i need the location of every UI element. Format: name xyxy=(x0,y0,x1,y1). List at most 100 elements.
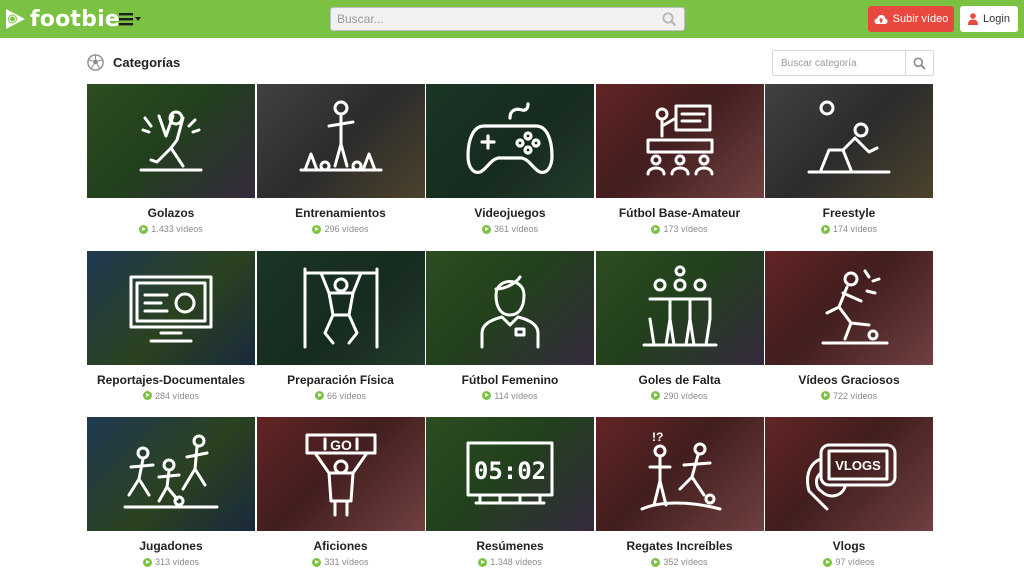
category-card[interactable]: Fútbol Femenino 114 vídeos xyxy=(426,250,594,411)
category-title[interactable]: Fútbol Femenino xyxy=(426,373,594,387)
female-player-icon xyxy=(480,275,540,348)
defensive-wall-icon xyxy=(642,265,717,346)
category-card[interactable]: Preparación Física 66 vídeos xyxy=(256,250,425,411)
category-thumbnail[interactable]: !? xyxy=(595,417,764,531)
play-circle-icon xyxy=(482,391,492,400)
category-title[interactable]: Aficiones xyxy=(257,539,425,553)
upload-video-button[interactable]: Subir vídeo xyxy=(868,6,954,32)
category-card[interactable]: Videojuegos 361 vídeos xyxy=(426,84,594,244)
play-circle-icon xyxy=(142,557,152,567)
category-title[interactable]: Goles de Falta xyxy=(596,373,764,387)
play-circle-icon xyxy=(312,557,322,567)
category-card[interactable]: Reportajes-Documentales 284 vídeos xyxy=(87,250,255,411)
logo-text: footbie xyxy=(30,6,120,32)
category-card[interactable]: Golazos 1.433 vídeos xyxy=(87,84,255,244)
menu-toggle-button[interactable] xyxy=(119,11,145,27)
category-thumbnail[interactable]: 05:02 xyxy=(426,417,594,531)
category-title[interactable]: Preparación Física xyxy=(257,373,425,387)
logo-play-icon xyxy=(6,9,25,29)
phone-vlog-icon: VLOGS xyxy=(806,443,897,511)
celebrating-player-icon xyxy=(139,110,203,172)
category-thumbnail[interactable]: VLOGS xyxy=(765,417,933,531)
svg-text:GO: GO xyxy=(330,437,352,453)
footbie-logo[interactable]: footbie xyxy=(3,6,120,32)
video-count: 331 vídeos xyxy=(257,557,425,567)
category-thumbnail[interactable] xyxy=(87,84,255,198)
category-title[interactable]: Vídeos Graciosos xyxy=(765,373,933,387)
category-thumbnail[interactable] xyxy=(765,250,933,365)
category-card[interactable]: Vídeos Graciosos 722 vídeos xyxy=(765,250,933,411)
category-title[interactable]: Videojuegos xyxy=(426,206,594,220)
category-title[interactable]: Fútbol Base-Amateur xyxy=(596,206,764,220)
upload-video-label: Subir vídeo xyxy=(892,13,949,25)
category-title[interactable]: Jugadones xyxy=(87,539,255,553)
category-search-button[interactable] xyxy=(905,51,933,75)
dribble-trick-icon: !? xyxy=(640,430,721,511)
category-title[interactable]: Vlogs xyxy=(765,539,933,553)
video-count: 66 vídeos xyxy=(257,391,425,401)
training-cones-icon xyxy=(299,100,382,172)
category-title[interactable]: Freestyle xyxy=(765,206,933,220)
category-card[interactable]: GO Aficiones 331 vídeos xyxy=(256,417,425,577)
play-circle-icon xyxy=(651,557,661,567)
video-count-text: 173 vídeos xyxy=(663,224,708,234)
category-search-input[interactable] xyxy=(773,51,905,75)
category-card[interactable]: VLOGS Vlogs 97 vídeos xyxy=(765,417,933,577)
category-card[interactable]: Goles de Falta 290 vídeos xyxy=(595,250,764,411)
tv-screen-icon xyxy=(129,275,213,342)
categories-header: Categorías xyxy=(87,52,180,72)
play-circle-icon xyxy=(478,557,488,567)
category-card[interactable]: !? Regates Increíbles 352 vídeos xyxy=(595,417,764,577)
video-count: 114 vídeos xyxy=(426,391,594,401)
category-card[interactable]: Jugadones 313 vídeos xyxy=(87,417,255,577)
site-search xyxy=(330,7,685,31)
classroom-icon xyxy=(646,104,713,176)
video-count: 313 vídeos xyxy=(87,557,255,567)
category-title[interactable]: Entrenamientos xyxy=(257,206,425,220)
category-thumbnail[interactable] xyxy=(87,417,255,531)
category-card[interactable]: Freestyle 174 vídeos xyxy=(765,84,933,244)
category-thumbnail[interactable] xyxy=(426,250,594,365)
play-circle-icon xyxy=(142,391,152,400)
video-count-text: 352 vídeos xyxy=(663,557,708,567)
dribbling-players-icon xyxy=(123,434,219,509)
category-search xyxy=(772,50,934,76)
video-count: 290 vídeos xyxy=(596,391,764,401)
category-thumbnail[interactable] xyxy=(765,84,933,198)
category-thumbnail[interactable] xyxy=(256,84,425,198)
play-circle-icon xyxy=(820,224,830,234)
category-thumbnail[interactable] xyxy=(426,84,594,198)
video-count-text: 1.348 vídeos xyxy=(490,557,542,567)
category-card[interactable]: 05:02 Resúmenes 1.348 vídeos xyxy=(426,417,594,577)
soccer-ball-icon xyxy=(87,53,104,71)
category-thumbnail[interactable]: GO xyxy=(256,417,425,531)
category-title[interactable]: Regates Increíbles xyxy=(596,539,764,553)
login-label: Login xyxy=(983,13,1010,25)
video-count: 173 vídeos xyxy=(596,224,764,234)
video-count: 361 vídeos xyxy=(426,224,594,234)
site-search-input[interactable] xyxy=(337,8,657,30)
category-title[interactable]: Golazos xyxy=(87,206,255,220)
play-circle-icon xyxy=(312,224,322,234)
category-thumbnail[interactable] xyxy=(595,250,764,365)
category-card[interactable]: Fútbol Base-Amateur 173 vídeos xyxy=(595,84,764,244)
category-title[interactable]: Reportajes-Documentales xyxy=(87,373,255,387)
category-thumbnail[interactable] xyxy=(595,84,764,198)
search-icon[interactable] xyxy=(662,12,677,27)
category-thumbnail[interactable] xyxy=(87,250,255,365)
category-card[interactable]: Entrenamientos 296 vídeos xyxy=(256,84,425,244)
category-title[interactable]: Resúmenes xyxy=(426,539,594,553)
video-count-text: 174 vídeos xyxy=(832,224,878,234)
video-count: 296 vídeos xyxy=(257,224,425,234)
freestyle-player-icon xyxy=(807,100,891,174)
category-thumbnail[interactable] xyxy=(256,250,425,365)
vlog-tag-text: VLOGS xyxy=(835,458,881,473)
funny-fall-icon xyxy=(821,269,889,344)
video-count: 722 vídeos xyxy=(765,391,933,401)
svg-text:!?: !? xyxy=(652,430,663,444)
video-count-text: 284 vídeos xyxy=(154,390,200,401)
gamepad-icon xyxy=(466,102,554,174)
video-count: 352 vídeos xyxy=(596,557,764,567)
login-button[interactable]: Login xyxy=(960,6,1018,32)
video-count-text: 722 vídeos xyxy=(832,390,878,401)
